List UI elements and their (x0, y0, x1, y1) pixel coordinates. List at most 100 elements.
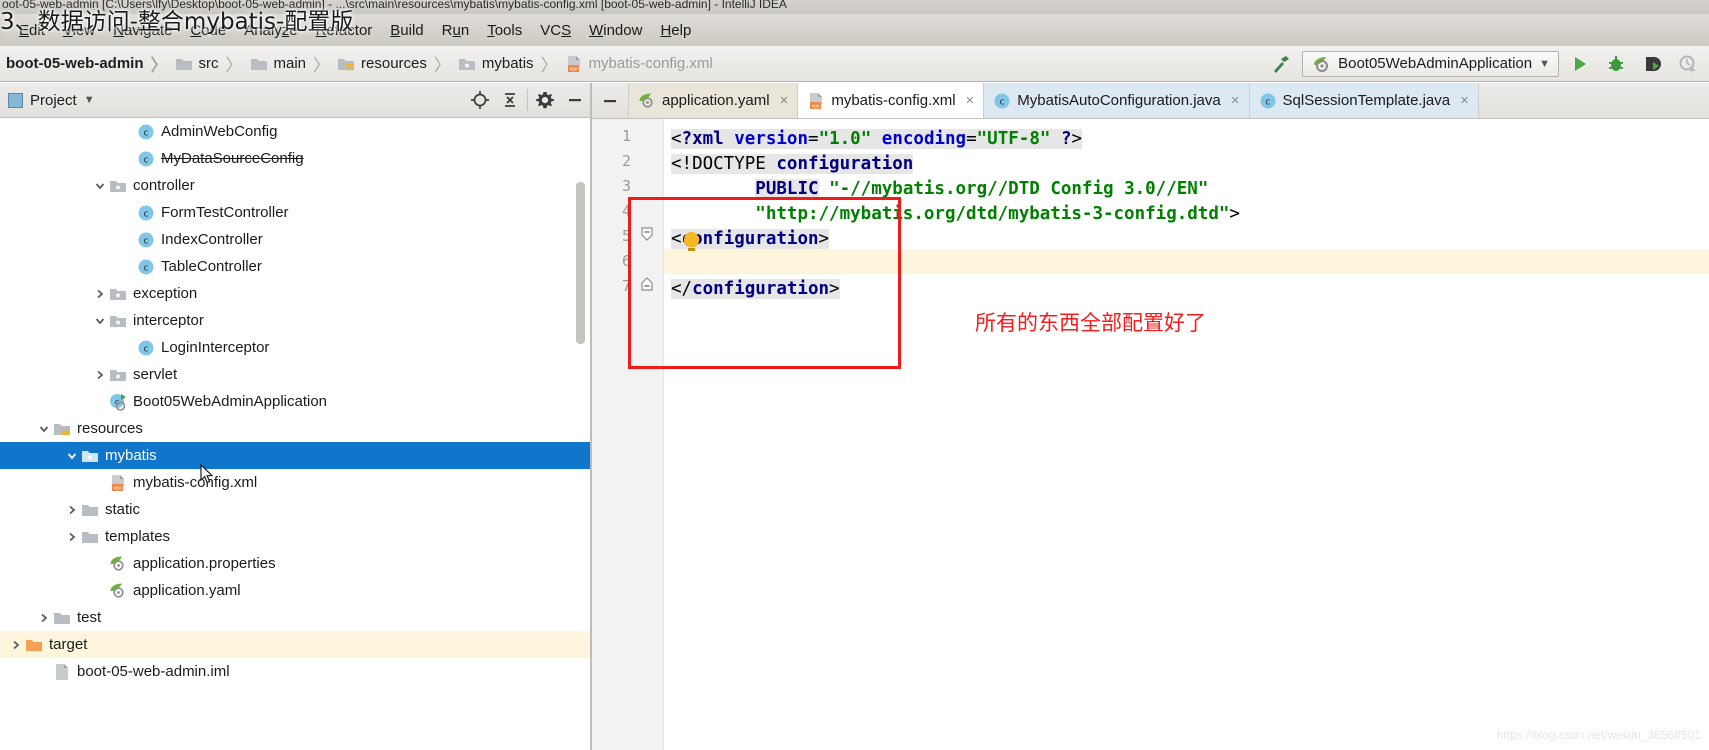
menu-item-tools[interactable]: Tools (478, 20, 531, 41)
tree-item[interactable]: c Boot05WebAdminApplication (0, 388, 590, 415)
close-icon[interactable]: × (966, 92, 975, 109)
tree-item[interactable]: resources (0, 415, 590, 442)
tree-item[interactable]: controller (0, 172, 590, 199)
resources-folder-icon (54, 423, 70, 435)
locate-file-button[interactable] (465, 86, 495, 114)
breadcrumb-item-src[interactable]: src 〉 (175, 51, 250, 76)
menu-item-refactor[interactable]: Refactor (307, 20, 382, 41)
tree-item[interactable]: c FormTestController (0, 199, 590, 226)
code-editor[interactable]: 1 2 3 4 5 6 7 <?xml version="1.0" encoding="UT… (592, 119, 1709, 750)
project-tool-window-header: Project ▼ (0, 83, 590, 118)
menu-item-help[interactable]: Help (651, 20, 700, 41)
settings-button[interactable] (530, 86, 560, 114)
tree-item[interactable]: c AdminWebConfig (0, 118, 590, 145)
tree-item[interactable]: c LoginInterceptor (0, 334, 590, 361)
chevron-right-icon[interactable] (92, 286, 108, 302)
build-project-button[interactable] (1266, 50, 1296, 78)
tree-item[interactable]: c TableController (0, 253, 590, 280)
editor-tab-mybatisautoconfiguration-java[interactable]: c MybatisAutoConfiguration.java × (984, 83, 1250, 118)
menu-item-window[interactable]: Window (580, 20, 651, 41)
menu-item-analyze[interactable]: Analyze (235, 20, 306, 41)
chevron-down-icon[interactable]: ▼ (84, 94, 95, 106)
run-button[interactable] (1565, 50, 1595, 78)
tree-item[interactable]: target (0, 631, 590, 658)
tree-item[interactable]: c IndexController (0, 226, 590, 253)
code-line: PUBLIC "-//mybatis.org//DTD Config 3.0//… (755, 179, 1209, 199)
bug-icon (1609, 55, 1623, 71)
editor-tab-sqlsessiontemplate-java[interactable]: c SqlSessionTemplate.java × (1249, 83, 1479, 118)
tree-item-label: MyDataSourceConfig (161, 150, 304, 167)
breadcrumb-label: mybatis (481, 55, 534, 72)
chevron-right-icon[interactable] (92, 367, 108, 383)
editor-code-area[interactable]: <?xml version="1.0" encoding="UTF-8" ?> <… (664, 119, 1709, 750)
editor-tab-application-yaml[interactable]: application.yaml × (629, 83, 799, 118)
lightbulb-icon[interactable] (684, 232, 699, 251)
close-icon[interactable]: × (780, 92, 789, 109)
svg-text:c: c (144, 128, 149, 138)
editor-tab-mybatis-config-xml[interactable]: <> mybatis-config.xml × (798, 83, 985, 118)
editor-gutter[interactable]: 1 2 3 4 5 6 7 (592, 119, 664, 750)
breadcrumb-item-resources[interactable]: resources 〉 (337, 51, 458, 76)
tree-item-label: servlet (133, 366, 178, 383)
tree-item[interactable]: boot-05-web-admin.iml (0, 658, 590, 685)
tree-item[interactable]: static (0, 496, 590, 523)
class-icon: c (138, 124, 154, 139)
tree-item[interactable]: c MyDataSourceConfig (0, 145, 590, 172)
chevron-down-icon[interactable] (36, 421, 52, 437)
code-line: "http://mybatis.org/dtd/mybatis-3-config… (755, 204, 1240, 224)
chevron-right-icon[interactable] (8, 637, 24, 653)
package-icon (110, 315, 126, 327)
breadcrumb-item-mybatis-config-xml[interactable]: <> mybatis-config.xml (565, 55, 713, 73)
tree-item[interactable]: templates (0, 523, 590, 550)
menu-item-view[interactable]: View (54, 20, 104, 41)
collapse-all-button[interactable] (495, 86, 525, 114)
menu-item-navigate[interactable]: Navigate (104, 20, 181, 41)
menu-item-vcs[interactable]: VCS (531, 20, 580, 41)
editor-hide-button[interactable] (592, 83, 629, 118)
package-icon (108, 177, 128, 195)
fold-end-icon[interactable] (640, 277, 654, 291)
chevron-down-icon: ▼ (1539, 57, 1550, 70)
tree-item[interactable]: interceptor (0, 307, 590, 334)
close-icon[interactable]: × (1460, 92, 1469, 109)
breadcrumb-item-main[interactable]: main 〉 (250, 51, 338, 76)
tree-item-label: exception (133, 285, 198, 302)
hide-button[interactable] (560, 86, 590, 114)
tree-item[interactable]: <> mybatis-config.xml (0, 469, 590, 496)
editor-tabs: application.yaml × <> mybatis-config.xml × c M… (592, 83, 1709, 119)
tree-item[interactable]: application.yaml (0, 577, 590, 604)
breadcrumb-item-mybatis[interactable]: mybatis 〉 (458, 51, 565, 76)
project-tree-scrollbar[interactable] (576, 182, 585, 344)
folder-icon (175, 58, 192, 70)
run-configuration-selector[interactable]: Boot05WebAdminApplication ▼ (1302, 50, 1559, 77)
chevron-right-icon[interactable] (64, 529, 80, 545)
chevron-right-icon[interactable] (36, 610, 52, 626)
tree-item[interactable]: exception (0, 280, 590, 307)
profile-button[interactable] (1673, 50, 1703, 78)
chevron-down-icon[interactable] (92, 313, 108, 329)
chevron-down-icon[interactable] (64, 448, 80, 464)
menu-item-edit[interactable]: Edit (10, 20, 54, 41)
fold-open-icon[interactable] (640, 227, 654, 241)
tree-item[interactable]: servlet (0, 361, 590, 388)
class-icon: c (138, 232, 154, 247)
xml-file-icon: <> (112, 474, 124, 491)
chevron-right-icon: 〉 (225, 56, 243, 76)
tree-item[interactable]: mybatis (0, 442, 590, 469)
chevron-right-icon[interactable] (64, 502, 80, 518)
menu-item-run[interactable]: Run (433, 20, 479, 41)
menu-item-build[interactable]: Build (381, 20, 432, 41)
run-with-coverage-button[interactable] (1637, 50, 1667, 78)
minimize-icon (569, 99, 581, 102)
chevron-down-icon[interactable] (92, 178, 108, 194)
class-icon: c (136, 150, 156, 168)
tree-item[interactable]: test (0, 604, 590, 631)
project-window-icon (8, 92, 23, 108)
debug-button[interactable] (1601, 50, 1631, 78)
tree-item[interactable]: application.properties (0, 550, 590, 577)
close-icon[interactable]: × (1231, 92, 1240, 109)
project-tree[interactable]: c AdminWebConfig c MyDataSourceConfig contro… (0, 118, 590, 750)
intellij-idea-window: oot-05-web-admin [C:\Users\lfy\Desktop\b… (0, 0, 1709, 750)
menu-item-code[interactable]: Code (181, 20, 235, 41)
breadcrumb-item-boot-05-web-admin[interactable]: boot-05-web-admin 〉 (6, 51, 175, 76)
